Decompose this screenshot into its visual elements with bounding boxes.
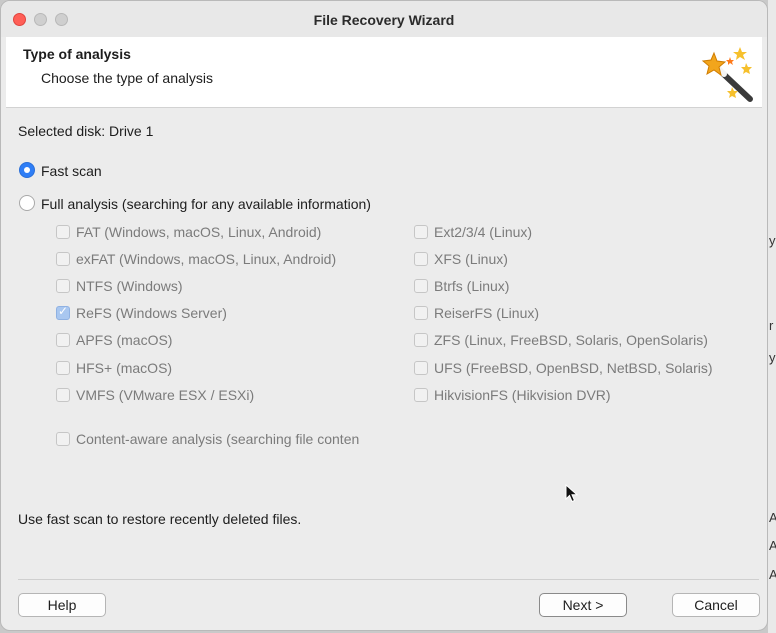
file-recovery-wizard-window: File Recovery Wizard Type of analysis Ch… xyxy=(0,0,768,631)
footer-separator xyxy=(18,579,759,580)
exfat-checkbox[interactable] xyxy=(56,252,70,266)
btrfs-checkbox[interactable] xyxy=(414,279,428,293)
vmfs-label[interactable]: VMFS (VMware ESX / ESXi) xyxy=(76,387,254,403)
background-text-fragment: A xyxy=(769,567,776,582)
page-title: Type of analysis xyxy=(23,46,131,62)
xfs-checkbox[interactable] xyxy=(414,252,428,266)
btrfs-label[interactable]: Btrfs (Linux) xyxy=(434,278,509,294)
background-text-fragment: y xyxy=(769,233,776,248)
full-analysis-label[interactable]: Full analysis (searching for any availab… xyxy=(41,196,371,212)
fat-checkbox[interactable] xyxy=(56,225,70,239)
ntfs-label[interactable]: NTFS (Windows) xyxy=(76,278,183,294)
hint-text: Use fast scan to restore recently delete… xyxy=(18,511,302,527)
exfat-label[interactable]: exFAT (Windows, macOS, Linux, Android) xyxy=(76,251,336,267)
mouse-cursor-icon xyxy=(565,484,579,503)
apfs-checkbox[interactable] xyxy=(56,333,70,347)
background-text-fragment: A xyxy=(769,510,776,525)
zfs-label[interactable]: ZFS (Linux, FreeBSD, Solaris, OpenSolari… xyxy=(434,332,708,348)
reiserfs-checkbox[interactable] xyxy=(414,306,428,320)
fast-scan-radio[interactable] xyxy=(19,162,35,178)
hikvisionfs-label[interactable]: HikvisionFS (Hikvision DVR) xyxy=(434,387,611,403)
content-aware-label[interactable]: Content-aware analysis (searching file c… xyxy=(76,431,381,447)
refs-checkbox[interactable] xyxy=(56,304,70,320)
xfs-label[interactable]: XFS (Linux) xyxy=(434,251,508,267)
ufs-checkbox[interactable] xyxy=(414,361,428,375)
hfsplus-label[interactable]: HFS+ (macOS) xyxy=(76,360,172,376)
apfs-label[interactable]: APFS (macOS) xyxy=(76,332,172,348)
ufs-label[interactable]: UFS (FreeBSD, OpenBSD, NetBSD, Solaris) xyxy=(434,360,713,376)
ext-checkbox[interactable] xyxy=(414,225,428,239)
fat-label[interactable]: FAT (Windows, macOS, Linux, Android) xyxy=(76,224,321,240)
magic-wand-icon xyxy=(701,47,753,102)
title-bar[interactable]: File Recovery Wizard xyxy=(1,1,767,37)
vmfs-checkbox[interactable] xyxy=(56,388,70,402)
refs-label[interactable]: ReFS (Windows Server) xyxy=(76,305,227,321)
background-window-edge: y r y A A A xyxy=(768,0,776,633)
window-title: File Recovery Wizard xyxy=(313,12,455,28)
content-aware-checkbox[interactable] xyxy=(56,432,70,446)
full-analysis-radio[interactable] xyxy=(19,195,35,211)
background-text-fragment: r xyxy=(769,318,774,333)
zfs-checkbox[interactable] xyxy=(414,333,428,347)
wizard-header: Type of analysis Choose the type of anal… xyxy=(6,37,762,108)
hfsplus-checkbox[interactable] xyxy=(56,361,70,375)
help-button[interactable]: Help xyxy=(18,593,106,617)
hikvisionfs-checkbox[interactable] xyxy=(414,388,428,402)
cancel-button[interactable]: Cancel xyxy=(672,593,760,617)
reiserfs-label[interactable]: ReiserFS (Linux) xyxy=(434,305,539,321)
page-subtitle: Choose the type of analysis xyxy=(41,70,213,86)
ext-label[interactable]: Ext2/3/4 (Linux) xyxy=(434,224,532,240)
ntfs-checkbox[interactable] xyxy=(56,279,70,293)
background-text-fragment: y xyxy=(769,350,776,365)
next-button[interactable]: Next > xyxy=(539,593,627,617)
fast-scan-label[interactable]: Fast scan xyxy=(41,163,102,179)
selected-disk-text: Selected disk: Drive 1 xyxy=(18,123,154,139)
background-text-fragment: A xyxy=(769,538,776,553)
